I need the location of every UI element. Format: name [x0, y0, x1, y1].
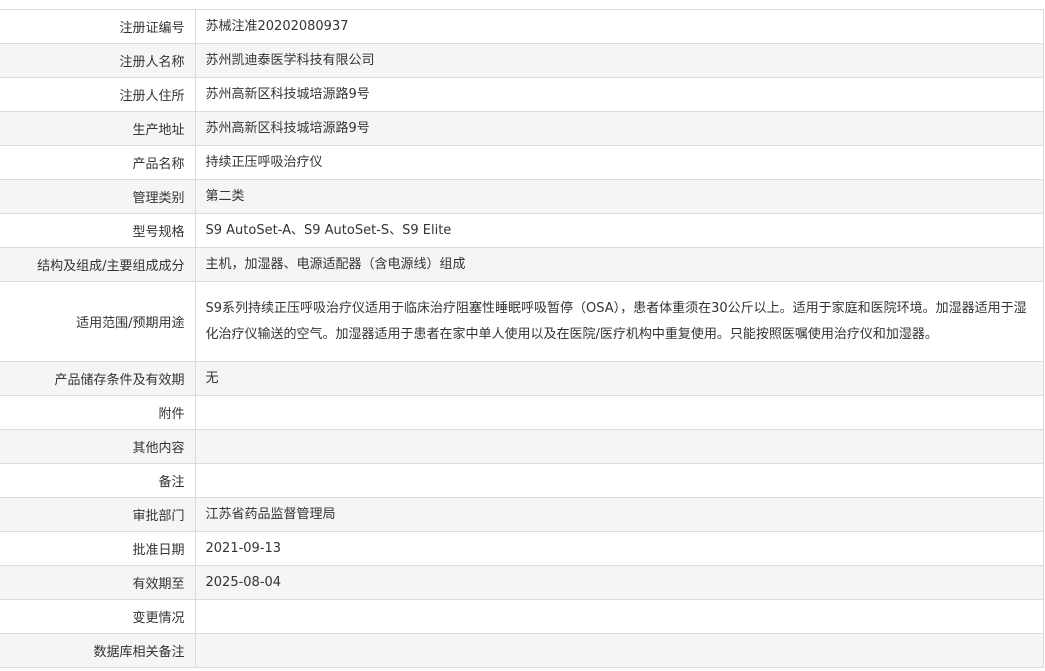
field-label: 批准日期	[0, 531, 196, 566]
field-value	[195, 395, 1044, 430]
field-label: 结构及组成/主要组成成分	[0, 247, 196, 282]
field-value: 2025-08-04	[195, 565, 1044, 600]
field-value	[195, 463, 1044, 498]
table-row-model-spec: 型号规格 S9 AutoSet-A、S9 AutoSet-S、S9 Elite	[0, 213, 1044, 248]
field-value	[195, 599, 1044, 634]
table-row-registration-number: 注册证编号 苏械注准20202080937	[0, 9, 1044, 44]
field-value: 苏州高新区科技城培源路9号	[195, 77, 1044, 112]
field-value: S9 AutoSet-A、S9 AutoSet-S、S9 Elite	[195, 213, 1044, 248]
table-row-attachments: 附件	[0, 395, 1044, 430]
field-label: 数据库相关备注	[0, 633, 196, 668]
field-label: 变更情况	[0, 599, 196, 634]
table-row-other-content: 其他内容	[0, 429, 1044, 464]
field-label: 注册人名称	[0, 43, 196, 78]
field-value	[195, 633, 1044, 668]
field-value: 苏州高新区科技城培源路9号	[195, 111, 1044, 146]
field-value: 第二类	[195, 179, 1044, 214]
table-row-registrant-address: 注册人住所 苏州高新区科技城培源路9号	[0, 77, 1044, 112]
table-row-product-name: 产品名称 持续正压呼吸治疗仪	[0, 145, 1044, 180]
registration-detail-page: 注册证编号 苏械注准20202080937 注册人名称 苏州凯迪泰医学科技有限公…	[0, 0, 1045, 671]
field-label: 适用范围/预期用途	[0, 281, 196, 362]
field-label: 产品名称	[0, 145, 196, 180]
table-row-valid-until: 有效期至 2025-08-04	[0, 565, 1044, 600]
table-row-change-status: 变更情况	[0, 599, 1044, 634]
field-value: S9系列持续正压呼吸治疗仪适用于临床治疗阻塞性睡眠呼吸暂停（OSA），患者体重须…	[195, 281, 1044, 362]
field-label: 附件	[0, 395, 196, 430]
table-row-remarks: 备注	[0, 463, 1044, 498]
field-label: 有效期至	[0, 565, 196, 600]
field-value	[195, 429, 1044, 464]
table-row-structure-composition: 结构及组成/主要组成成分 主机，加湿器、电源适配器（含电源线）组成	[0, 247, 1044, 282]
table-row-storage-validity: 产品储存条件及有效期 无	[0, 361, 1044, 396]
field-label: 注册人住所	[0, 77, 196, 112]
table-row-approval-date: 批准日期 2021-09-13	[0, 531, 1044, 566]
field-label: 型号规格	[0, 213, 196, 248]
field-value: 持续正压呼吸治疗仪	[195, 145, 1044, 180]
field-value: 主机，加湿器、电源适配器（含电源线）组成	[195, 247, 1044, 282]
field-value: 无	[195, 361, 1044, 396]
table-row-intended-use: 适用范围/预期用途 S9系列持续正压呼吸治疗仪适用于临床治疗阻塞性睡眠呼吸暂停（…	[0, 281, 1044, 362]
field-value: 苏州凯迪泰医学科技有限公司	[195, 43, 1044, 78]
field-label: 备注	[0, 463, 196, 498]
field-label: 产品储存条件及有效期	[0, 361, 196, 396]
field-label: 管理类别	[0, 179, 196, 214]
field-label: 生产地址	[0, 111, 196, 146]
field-label: 审批部门	[0, 497, 196, 532]
table-row-production-address: 生产地址 苏州高新区科技城培源路9号	[0, 111, 1044, 146]
field-value: 江苏省药品监督管理局	[195, 497, 1044, 532]
registration-detail-table: 注册证编号 苏械注准20202080937 注册人名称 苏州凯迪泰医学科技有限公…	[0, 9, 1044, 668]
field-value: 苏械注准20202080937	[195, 9, 1044, 44]
field-label: 注册证编号	[0, 9, 196, 44]
table-row-approval-department: 审批部门 江苏省药品监督管理局	[0, 497, 1044, 532]
table-row-database-notes: 数据库相关备注	[0, 633, 1044, 668]
field-value: 2021-09-13	[195, 531, 1044, 566]
table-row-registrant-name: 注册人名称 苏州凯迪泰医学科技有限公司	[0, 43, 1044, 78]
table-row-management-category: 管理类别 第二类	[0, 179, 1044, 214]
field-label: 其他内容	[0, 429, 196, 464]
